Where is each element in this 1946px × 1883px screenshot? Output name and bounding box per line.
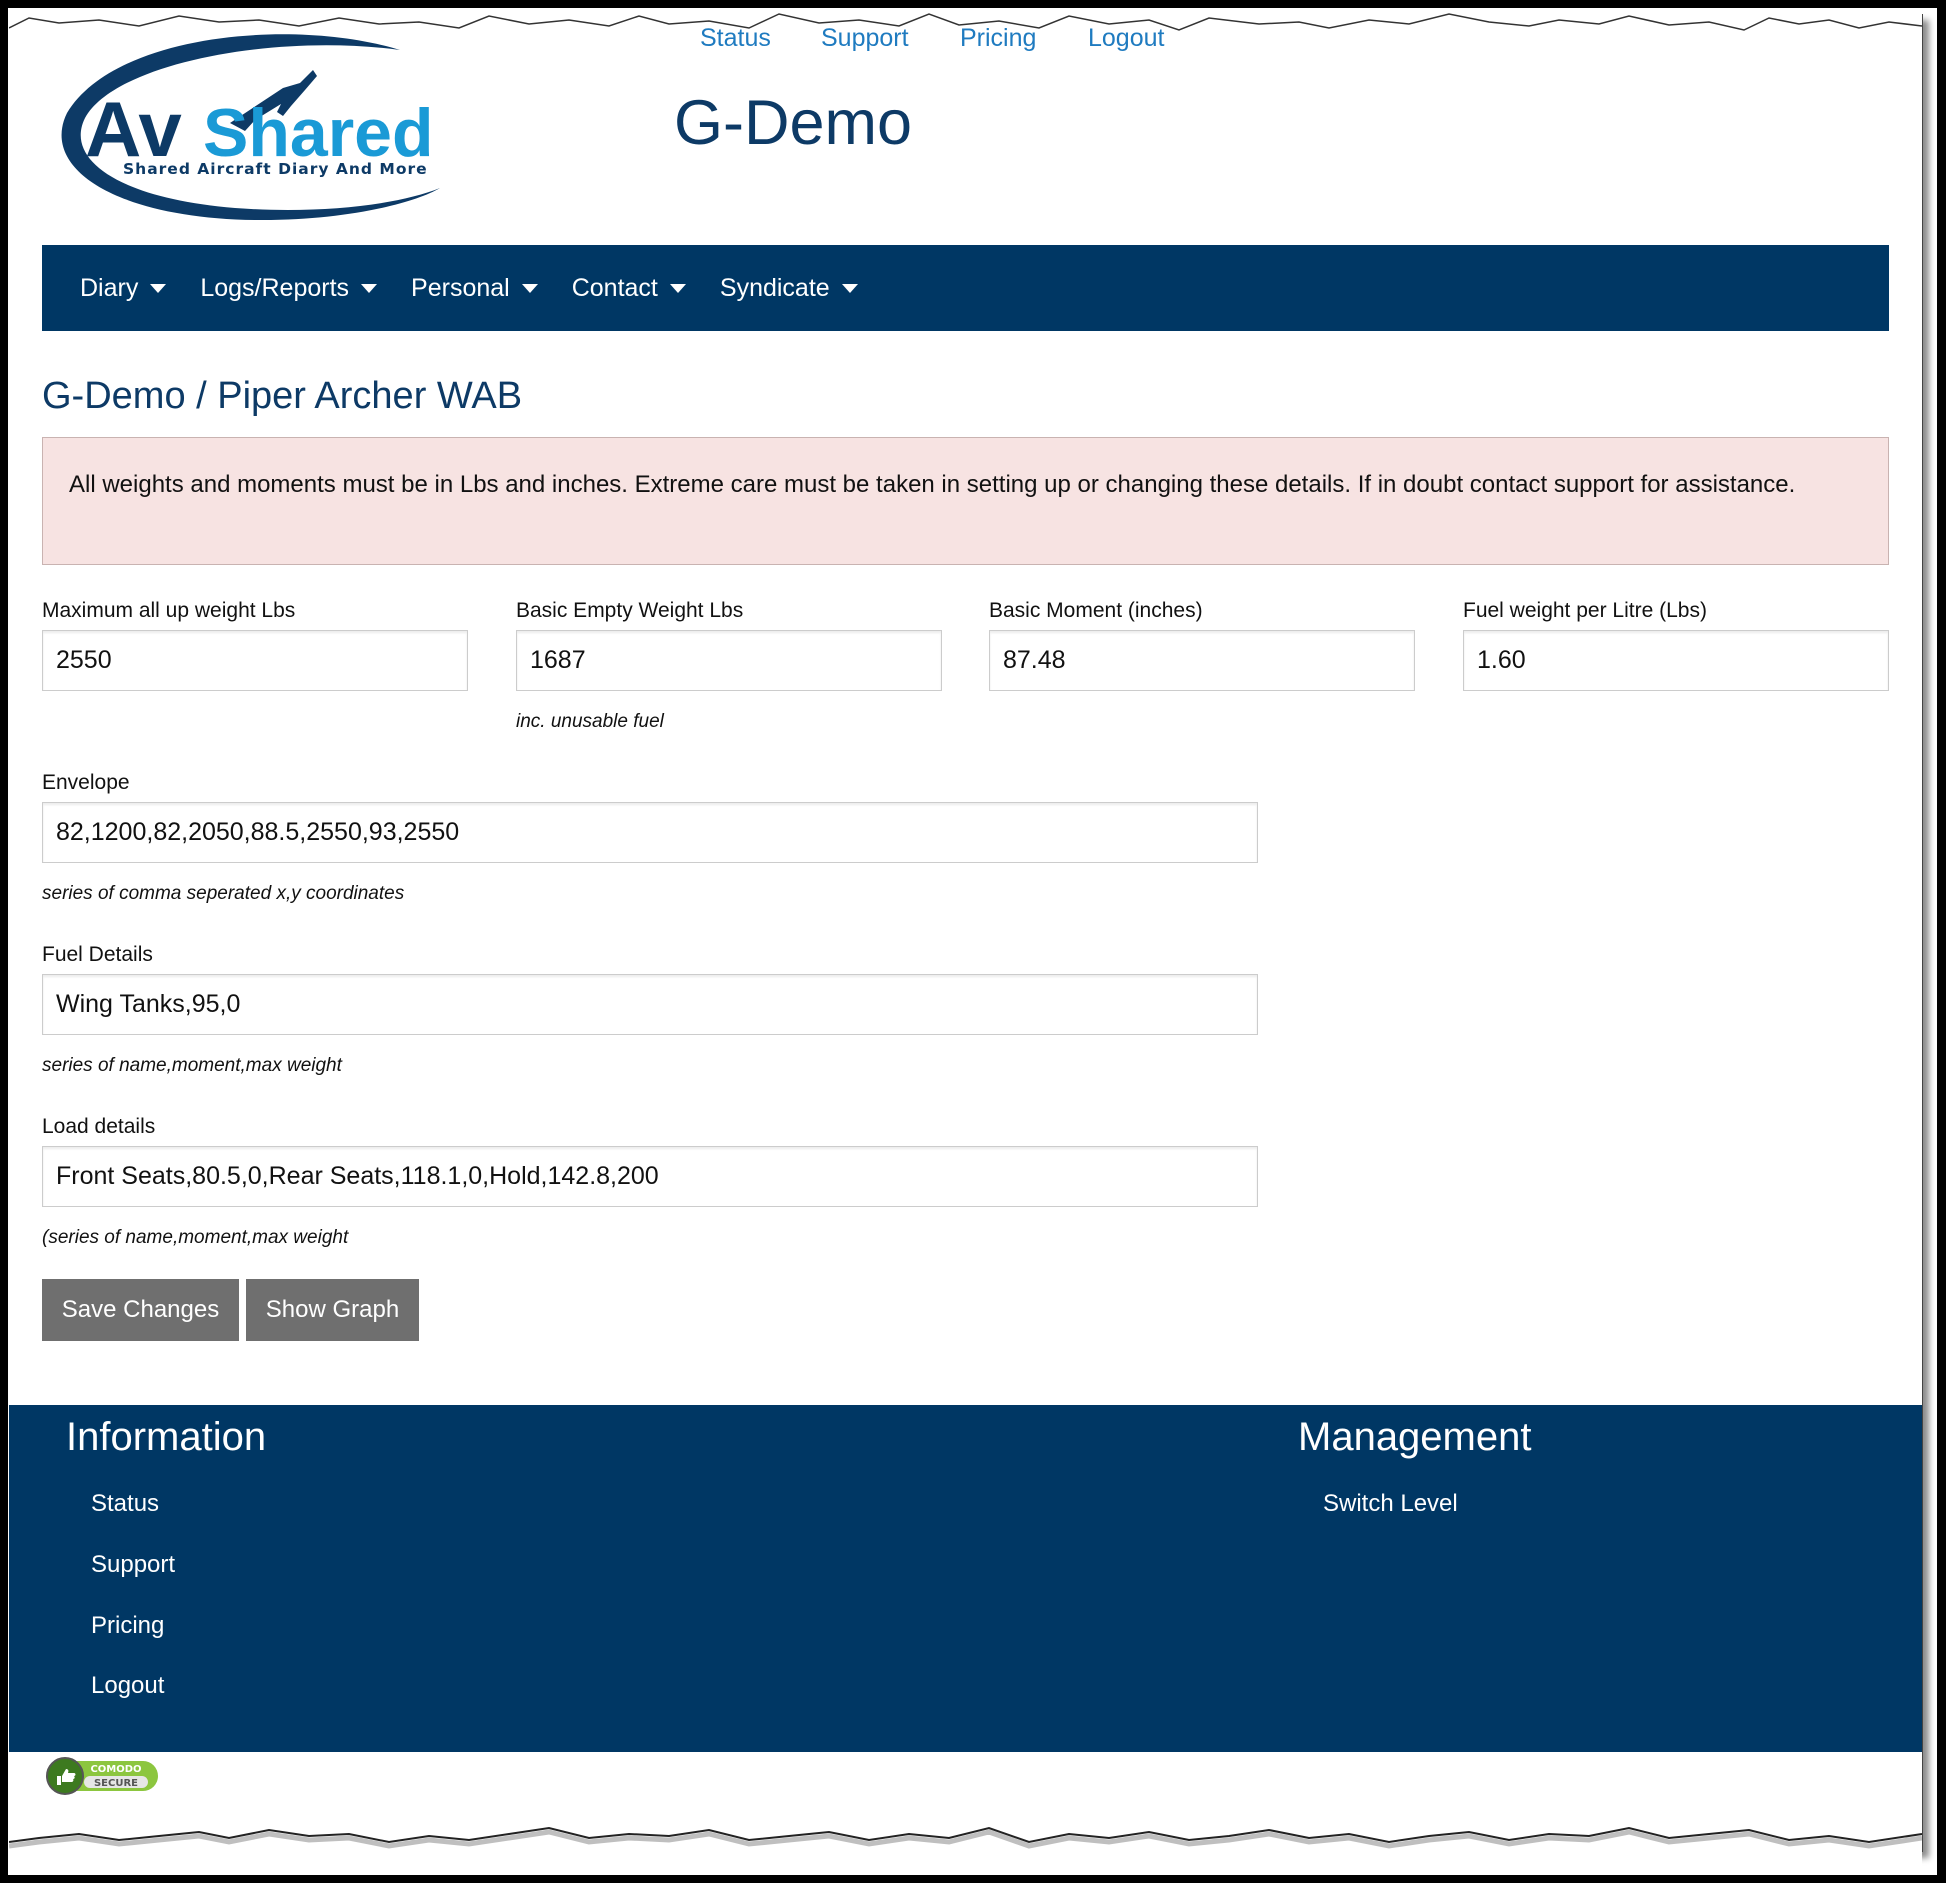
max-weight-input[interactable] [42, 630, 468, 691]
fuel-weight-label: Fuel weight per Litre (Lbs) [1463, 599, 1707, 622]
footer: Information Status Support Pricing Logou… [9, 1405, 1922, 1752]
load-details-input[interactable] [42, 1146, 1258, 1207]
nav-item-diary[interactable]: Diary [80, 273, 167, 303]
basic-moment-input[interactable] [989, 630, 1415, 691]
top-link-pricing[interactable]: Pricing [960, 24, 1036, 53]
basic-moment-label: Basic Moment (inches) [989, 599, 1203, 622]
footer-heading-management: Management [1298, 1415, 1532, 1459]
nav-item-label: Syndicate [719, 273, 830, 302]
empty-weight-input[interactable] [516, 630, 942, 691]
top-link-support[interactable]: Support [821, 24, 909, 53]
caret-down-icon [521, 283, 538, 293]
fuel-details-help: series of name,moment,max weight [42, 1055, 342, 1076]
footer-link-pricing[interactable]: Pricing [91, 1614, 164, 1638]
save-changes-button[interactable]: Save Changes [42, 1279, 239, 1341]
footer-link-support[interactable]: Support [91, 1553, 175, 1577]
page-heading: G-Demo / Piper Archer WAB [42, 375, 523, 417]
empty-weight-help: inc. unusable fuel [516, 711, 664, 732]
nav-item-label: Contact [571, 273, 658, 302]
nav-item-label: Diary [80, 273, 139, 302]
show-graph-button[interactable]: Show Graph [246, 1279, 419, 1341]
footer-heading-information: Information [66, 1415, 267, 1459]
footer-link-logout[interactable]: Logout [91, 1674, 164, 1698]
badge-bottom-text: SECURE [94, 1778, 138, 1789]
load-details-label: Load details [42, 1115, 156, 1138]
load-details-help: (series of name,moment,max weight [42, 1227, 349, 1248]
warning-alert: All weights and moments must be in Lbs a… [42, 437, 1889, 565]
fuel-details-input[interactable] [42, 974, 1258, 1035]
envelope-input[interactable] [42, 802, 1258, 863]
caret-down-icon [841, 283, 858, 293]
empty-weight-label: Basic Empty Weight Lbs [516, 599, 744, 622]
caret-down-icon [150, 283, 167, 293]
footer-link-switch-level[interactable]: Switch Level [1323, 1492, 1458, 1516]
nav-item-contact[interactable]: Contact [572, 274, 686, 303]
comodo-secure-badge[interactable]: COMODO SECURE [46, 1756, 160, 1796]
fuel-details-label: Fuel Details [42, 943, 153, 966]
fuel-weight-input[interactable] [1463, 630, 1889, 691]
site-title: G-Demo [674, 88, 913, 158]
caret-down-icon [361, 283, 378, 293]
nav-item-syndicate[interactable]: Syndicate [720, 274, 858, 303]
nav-item-logs-reports[interactable]: Logs/Reports [200, 273, 378, 303]
envelope-help: series of comma seperated x,y coordinate… [42, 883, 405, 904]
nav-item-personal[interactable]: Personal [411, 274, 538, 303]
badge-top-text: COMODO [90, 1764, 141, 1775]
envelope-label: Envelope [42, 771, 130, 794]
footer-link-status[interactable]: Status [91, 1492, 159, 1516]
nav-item-label: Personal [411, 273, 510, 302]
logo-tagline: Shared Aircraft Diary And More [123, 160, 428, 178]
top-link-status[interactable]: Status [700, 24, 771, 53]
top-link-logout[interactable]: Logout [1088, 24, 1164, 53]
caret-down-icon [669, 283, 686, 293]
main-navbar: Diary Logs/Reports Personal Contact Synd… [42, 245, 1889, 331]
avshared-logo[interactable]: Av Shared Shared Aircraft Diary And More [55, 28, 475, 226]
nav-item-label: Logs/Reports [200, 273, 350, 302]
max-weight-label: Maximum all up weight Lbs [42, 599, 296, 622]
torn-edge-bottom [9, 1826, 1922, 1870]
